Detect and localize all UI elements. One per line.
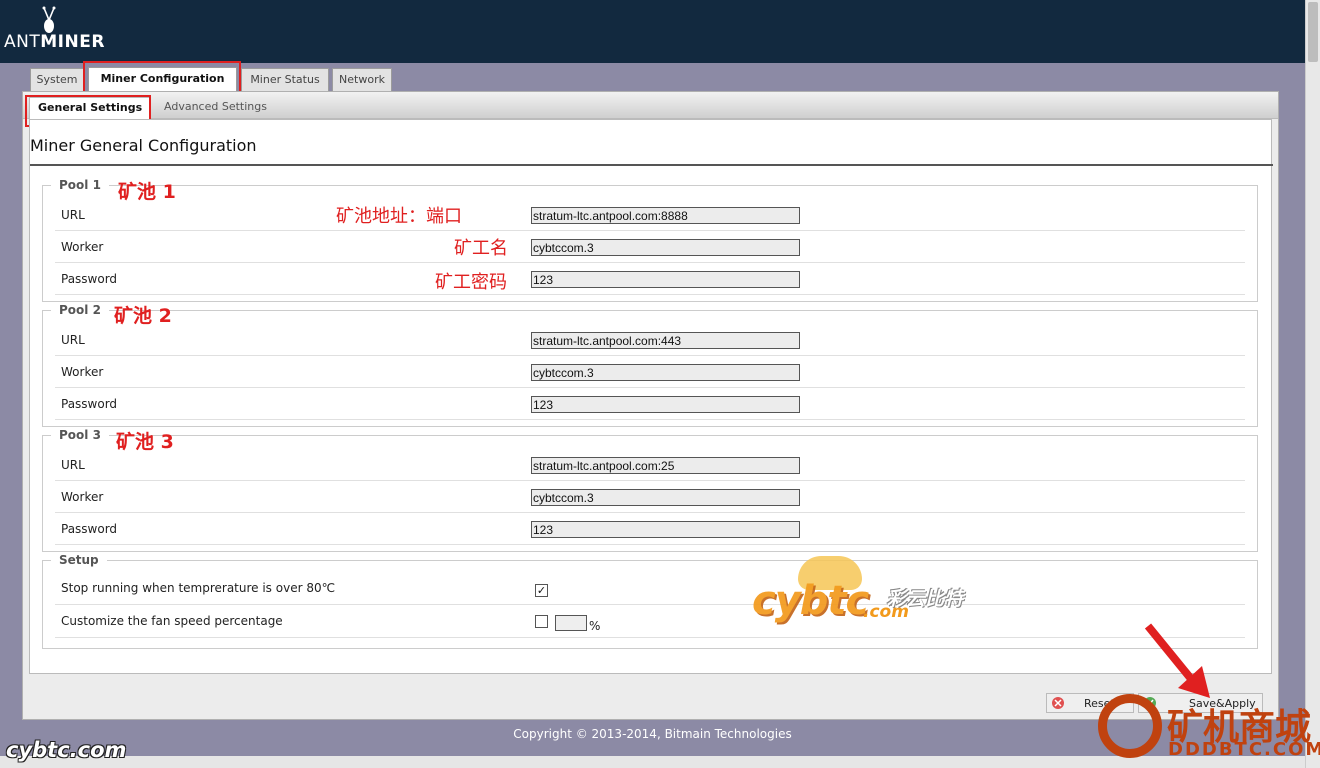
url-label: URL [61, 458, 85, 472]
reset-icon [1052, 697, 1064, 709]
setup-fan-row: Customize the fan speed percentage % [55, 605, 1245, 638]
red-arrow-icon [1144, 623, 1210, 698]
url-label: URL [61, 208, 85, 222]
fan-speed-label: Customize the fan speed percentage [61, 614, 283, 628]
pool-1-password-input[interactable] [531, 271, 800, 288]
scrollbar-thumb[interactable] [1308, 2, 1318, 62]
corner-watermark-left: cybtc.com [6, 738, 127, 762]
horizontal-scrollbar[interactable] [0, 756, 1305, 768]
pool-2-url-input[interactable] [531, 332, 800, 349]
pool-1-legend: Pool 1 [59, 178, 101, 192]
tab-miner-status[interactable]: Miner Status [241, 68, 329, 91]
url-label: URL [61, 333, 85, 347]
page-title: Miner General Configuration [30, 136, 257, 155]
worker-annotation: 矿工名 [454, 238, 508, 259]
vertical-scrollbar[interactable] [1305, 0, 1320, 768]
pool-2-password-input[interactable] [531, 396, 800, 413]
pool-1-worker-input[interactable] [531, 239, 800, 256]
pool-2-worker-input[interactable] [531, 364, 800, 381]
password-label: Password [61, 272, 118, 286]
fan-speed-input[interactable] [555, 615, 587, 631]
setup-legend: Setup [59, 553, 99, 567]
pool-3-worker-input[interactable] [531, 489, 800, 506]
pool-3-url-row: URL [55, 449, 1245, 481]
subtab-advanced-settings[interactable]: Advanced Settings [164, 97, 267, 119]
pool-2-worker-row: Worker [55, 356, 1245, 388]
title-divider [30, 164, 1273, 166]
pool-3-password-row: Password [55, 513, 1245, 545]
pool-1-worker-row: Worker [55, 231, 1245, 263]
worker-label: Worker [61, 365, 104, 379]
pool-2-url-row: URL [55, 324, 1245, 356]
corner-watermark-right-en: DDDBTC.COM [1168, 739, 1320, 760]
pool-1-password-row: Password [55, 263, 1245, 295]
worker-label: Worker [61, 490, 104, 504]
fan-speed-checkbox[interactable] [535, 615, 548, 628]
pool-3-url-input[interactable] [531, 457, 800, 474]
stop-temperature-label: Stop running when temprerature is over 8… [61, 581, 336, 595]
worker-label: Worker [61, 240, 104, 254]
ant-logo-icon [42, 6, 56, 33]
cybtc-watermark: cybtc [752, 578, 869, 624]
cybtc-cn-watermark: 彩云比特 [887, 588, 964, 610]
url-annotation: 矿池地址：端口 [336, 206, 462, 227]
pool-3-password-input[interactable] [531, 521, 800, 538]
password-annotation: 矿工密码 [435, 272, 507, 293]
tab-network[interactable]: Network [332, 68, 392, 91]
stop-temperature-checkbox[interactable]: ✓ [535, 584, 548, 597]
pool-3-legend: Pool 3 [59, 428, 101, 442]
pool-1-url-row: URL [55, 199, 1245, 231]
pool-1-url-input[interactable] [531, 207, 800, 224]
fan-unit-label: % [589, 619, 601, 633]
dddbtc-logo-icon [1098, 694, 1162, 758]
brand-logo: ANTMINER [4, 32, 105, 52]
pool-2-password-row: Password [55, 388, 1245, 420]
tab-system[interactable]: System [30, 68, 84, 91]
password-label: Password [61, 522, 118, 536]
pool-3-worker-row: Worker [55, 481, 1245, 513]
password-label: Password [61, 397, 118, 411]
setup-stop-row: Stop running when temprerature is over 8… [55, 572, 1245, 605]
subtab-bar: General Settings Advanced Settings [23, 92, 1278, 119]
header-bar: ANTMINER [0, 0, 1305, 63]
main-panel: General Settings Advanced Settings Miner… [22, 91, 1279, 720]
pool-2-legend: Pool 2 [59, 303, 101, 317]
content-area: Miner General Configuration Pool 1 矿池 1 … [29, 119, 1273, 674]
